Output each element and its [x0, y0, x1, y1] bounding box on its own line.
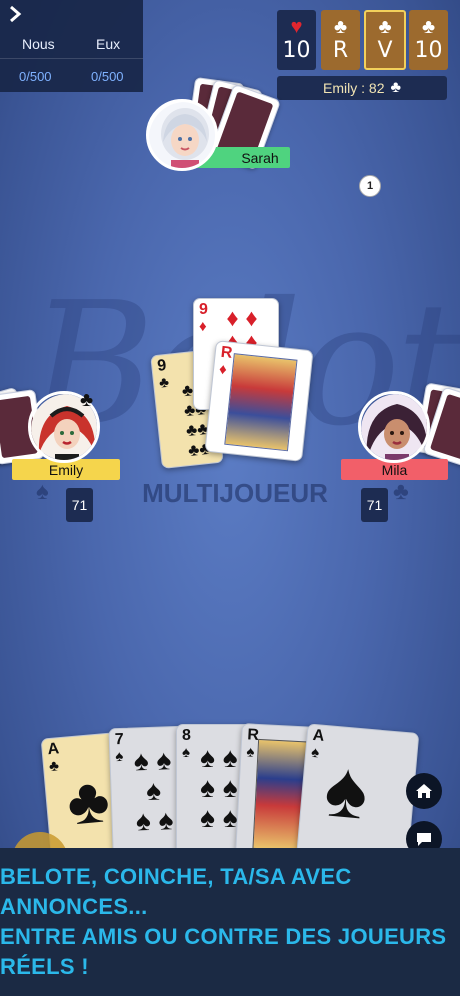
logo-subtitle-text: MULTIJOUEUR [142, 478, 328, 508]
card-rank: 7 [114, 730, 125, 749]
player-score-emily: 71 [66, 488, 93, 522]
card-rank: 9 [156, 356, 168, 375]
team-them-score: 0/500 [91, 69, 124, 84]
diamond-icon: ♦ [199, 318, 207, 335]
contract-value: V [377, 38, 393, 63]
club-icon: ♣ [421, 16, 436, 38]
chevron-right-icon[interactable] [8, 5, 22, 29]
team-us-label: Nous [22, 36, 55, 52]
club-icon: ♣ [48, 757, 60, 776]
promo-banner: BELOTE, COINCHE, TA/SA AVEC ANNONCES... … [0, 848, 460, 996]
player-score-mila-value: 71 [366, 497, 383, 513]
card-rank: A [46, 740, 60, 759]
promo-line-2: ENTRE AMIS OU CONTRE DES JOUEURS RÉELS ! [0, 924, 447, 979]
card-rank: R [219, 343, 234, 362]
club-icon: ♣ [158, 373, 170, 392]
card-big-spade: ♠ [321, 743, 372, 836]
spade-icon: ♠ [115, 747, 124, 766]
logo-club-icon: ♣ [393, 478, 409, 505]
card-big-club: ♣ [64, 763, 113, 839]
club-icon: ♣ [390, 79, 401, 96]
contract-value: 10 [282, 38, 311, 63]
promo-line-1: BELOTE, COINCHE, TA/SA AVEC ANNONCES... [0, 864, 352, 919]
spade-icon: ♠ [182, 744, 190, 761]
team-us-score: 0/500 [19, 69, 52, 84]
spade-icon: ♠ [246, 743, 255, 761]
contract-box-hearts: ♥ 10 [277, 10, 316, 70]
logo-spade-icon: ♠ [36, 478, 49, 505]
card-pips: ♠ ♠ ♠ ♠ ♠ [133, 744, 174, 837]
trick-count-badge: 1 [359, 175, 381, 197]
avatar-mila[interactable] [358, 391, 430, 463]
home-icon [416, 784, 432, 798]
logo-subtitle: MULTIJOUEUR [100, 478, 370, 509]
contract-value: R [332, 38, 349, 63]
table-card-king-diamonds: R ♦ [204, 340, 314, 462]
avatar-sarah[interactable] [146, 99, 218, 171]
card-rank: 9 [199, 301, 208, 318]
heart-icon: ♥ [290, 16, 303, 38]
chat-icon [417, 833, 431, 846]
announcement-bar: Emily : 82 ♣ [277, 76, 447, 100]
card-rank: A [311, 726, 325, 745]
contract-value: 10 [414, 38, 443, 63]
score-panel: Nous Eux 0/500 0/500 [0, 0, 143, 92]
club-icon: ♣ [378, 16, 392, 38]
contract-box-clubs-ten: ♣ 10 [409, 10, 448, 70]
contract-box-clubs-king: ♣ R [321, 10, 360, 70]
dealer-club-icon: ♣ [80, 389, 94, 411]
diamond-icon: ♦ [218, 360, 228, 379]
contract-box-clubs-jack: ♣ V [364, 10, 406, 70]
announcement-text: Emily : 82 [323, 80, 385, 96]
score-divider [0, 58, 143, 59]
team-them-label: Eux [96, 36, 121, 52]
player-score-mila: 71 [361, 488, 388, 522]
club-icon: ♣ [333, 16, 348, 38]
king-face-art [224, 353, 298, 452]
home-button[interactable] [406, 773, 442, 809]
card-rank: 8 [182, 727, 191, 744]
spade-icon: ♠ [310, 743, 320, 762]
